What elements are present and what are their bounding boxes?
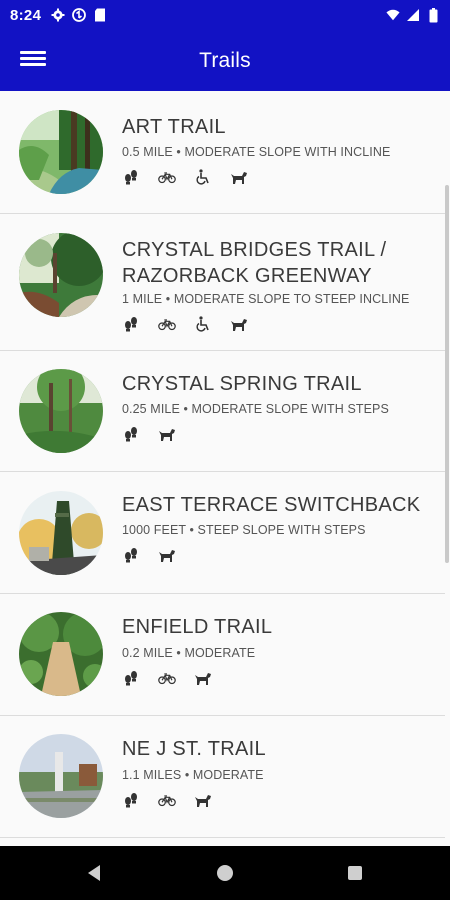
page-title: Trails — [199, 48, 251, 72]
status-time: 8:24 — [10, 6, 42, 24]
signal-icon — [406, 8, 420, 22]
hamburger-menu-icon[interactable] — [20, 48, 46, 72]
trail-meta: 1000 FEET • STEEP SLOPE WITH STEPS — [122, 523, 366, 537]
list-item[interactable]: ART TRAIL 0.5 MILE • MODERATE SLOPE WITH… — [0, 91, 445, 214]
system-nav-bar — [0, 846, 450, 900]
trail-thumbnail — [19, 734, 103, 818]
trail-name: ENFIELD TRAIL — [122, 616, 273, 638]
dog-icon — [230, 316, 248, 332]
list-item[interactable]: EAST TERRACE SWITCHBACK 1000 FEET • STEE… — [0, 472, 445, 594]
bike-icon — [158, 670, 176, 686]
hiking-icon — [122, 426, 140, 442]
status-bar: 8:24 — [0, 0, 450, 30]
trail-thumbnail — [19, 612, 103, 696]
hiking-icon — [122, 547, 140, 563]
trail-name: CRYSTAL BRIDGES TRAIL / RAZORBACK GREENW… — [122, 239, 387, 287]
status-icons-right — [386, 7, 440, 22]
wheelchair-icon — [194, 316, 212, 332]
app-bar: Trails — [0, 30, 450, 91]
dog-icon — [230, 169, 248, 185]
trail-name: CRYSTAL SPRING TRAIL — [122, 373, 362, 395]
trail-activity-icons — [122, 670, 212, 686]
trail-thumbnail — [19, 491, 103, 575]
trail-thumbnail — [19, 369, 103, 453]
list-item[interactable]: NE J ST. TRAIL 1.1 MILES • MODERATE — [0, 716, 445, 838]
trail-meta: 0.2 MILE • MODERATE — [122, 646, 256, 660]
scrollbar[interactable] — [445, 185, 449, 563]
trail-name: NE J ST. TRAIL — [122, 738, 266, 760]
list-item[interactable]: CRYSTAL BRIDGES TRAIL / RAZORBACK GREENW… — [0, 214, 445, 351]
dog-icon — [158, 426, 176, 442]
list-item[interactable]: CRYSTAL SPRING TRAIL 0.25 MILE • MODERAT… — [0, 351, 445, 472]
trail-activity-icons — [122, 426, 176, 442]
trail-thumbnail — [19, 233, 103, 317]
hiking-icon — [122, 316, 140, 332]
trail-name: EAST TERRACE SWITCHBACK — [122, 494, 421, 516]
hiking-icon — [122, 792, 140, 808]
trail-meta: 0.5 MILE • MODERATE SLOPE WITH INCLINE — [122, 145, 391, 159]
dog-icon — [194, 670, 212, 686]
list-item[interactable]: ENFIELD TRAIL 0.2 MILE • MODERATE — [0, 594, 445, 716]
sd-card-icon — [93, 8, 107, 22]
battery-icon — [426, 7, 440, 22]
recents-icon[interactable] — [325, 846, 385, 900]
dog-icon — [158, 547, 176, 563]
trail-meta: 0.25 MILE • MODERATE SLOPE WITH STEPS — [122, 402, 389, 416]
status-icons-left — [51, 8, 107, 22]
trail-list[interactable]: ART TRAIL 0.5 MILE • MODERATE SLOPE WITH… — [0, 91, 450, 846]
trail-activity-icons — [122, 547, 176, 563]
bike-icon — [158, 316, 176, 332]
dog-icon — [194, 792, 212, 808]
hiking-icon — [122, 169, 140, 185]
bike-icon — [158, 169, 176, 185]
home-icon[interactable] — [195, 846, 255, 900]
sync-icon — [72, 8, 87, 22]
trail-activity-icons — [122, 792, 212, 808]
gear-icon — [51, 8, 65, 22]
trail-thumbnail — [19, 110, 103, 194]
wheelchair-icon — [194, 169, 212, 185]
trail-meta: 1.1 MILES • MODERATE — [122, 768, 264, 782]
bike-icon — [158, 792, 176, 808]
trail-meta: 1 MILE • MODERATE SLOPE TO STEEP INCLINE — [122, 292, 410, 306]
trail-name: ART TRAIL — [122, 116, 226, 138]
wifi-icon — [386, 8, 400, 22]
trail-activity-icons — [122, 316, 248, 332]
hiking-icon — [122, 670, 140, 686]
trail-activity-icons — [122, 169, 248, 185]
back-icon[interactable] — [64, 846, 124, 900]
